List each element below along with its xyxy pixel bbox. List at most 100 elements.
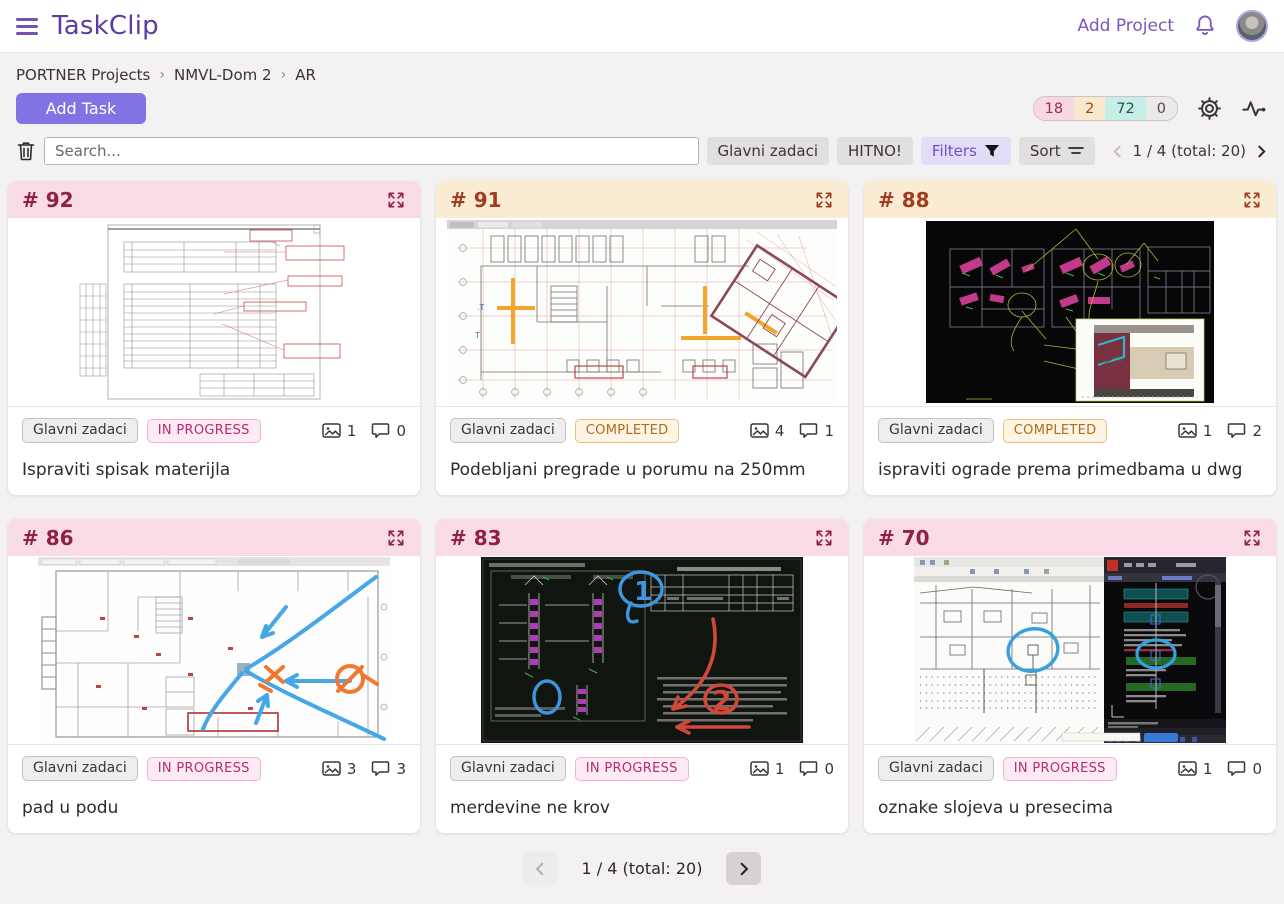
breadcrumb-separator: › <box>281 67 287 83</box>
image-count: 4 <box>750 422 785 440</box>
breadcrumb: PORTNER Projects › NMVL-Dom 2 › AR <box>0 53 1284 84</box>
top-pagination-label: 1 / 4 (total: 20) <box>1133 142 1246 160</box>
comment-count-value: 0 <box>1252 760 1262 778</box>
bell-icon[interactable] <box>1192 13 1218 39</box>
pagination-label: 1 / 4 (total: 20) <box>582 859 703 878</box>
card-header: # 92 <box>8 181 420 218</box>
sort-lines-icon <box>1068 145 1084 157</box>
toolbar-right: 18 2 72 0 <box>1033 95 1268 122</box>
chevron-right-icon <box>737 862 751 876</box>
comment-count-value: 1 <box>824 422 834 440</box>
prev-page-button[interactable] <box>523 852 558 885</box>
counts: 1 0 <box>322 422 406 440</box>
task-thumbnail[interactable] <box>864 556 1276 744</box>
image-icon <box>750 422 769 439</box>
tag-chip[interactable]: Glavni zadaci <box>878 418 994 443</box>
activity-icon[interactable] <box>1241 95 1268 122</box>
task-id: # 86 <box>22 526 74 550</box>
task-thumbnail[interactable] <box>8 556 420 744</box>
menu-icon[interactable] <box>16 18 38 35</box>
task-thumbnail[interactable] <box>864 218 1276 406</box>
expand-icon[interactable] <box>1242 190 1262 210</box>
task-title[interactable]: ispraviti ograde prema primedbama u dwg <box>878 460 1262 480</box>
task-card-70: # 70 <box>864 519 1276 833</box>
card-footer: Glavni zadaci IN PROGRESS 1 0 Ispraviti … <box>8 406 420 495</box>
tag-chip[interactable]: Glavni zadaci <box>450 418 566 443</box>
tag-chip[interactable]: Glavni zadaci <box>22 418 138 443</box>
task-thumbnail[interactable] <box>8 218 420 406</box>
sort-button[interactable]: Sort <box>1019 137 1095 165</box>
svg-text:2: 2 <box>712 684 731 717</box>
task-thumbnail[interactable]: .T T <box>436 218 848 406</box>
expand-icon[interactable] <box>1242 528 1262 548</box>
task-title[interactable]: merdevine ne krov <box>450 798 834 818</box>
card-footer: Glavni zadaci IN PROGRESS 1 0 merdevine … <box>436 744 848 833</box>
app-title: TaskClip <box>52 11 159 41</box>
filter-chip-hitno[interactable]: HITNO! <box>837 137 913 165</box>
image-count: 3 <box>322 760 357 778</box>
comment-count: 2 <box>1227 422 1262 440</box>
brand-group: TaskClip <box>16 11 159 41</box>
user-avatar[interactable] <box>1236 10 1268 42</box>
expand-icon[interactable] <box>386 190 406 210</box>
comment-icon <box>799 760 818 777</box>
expand-icon[interactable] <box>814 190 834 210</box>
task-title[interactable]: Podebljani pregrade u porumu na 250mm <box>450 460 834 480</box>
status-badge: COMPLETED <box>1003 419 1108 443</box>
expand-icon[interactable] <box>814 528 834 548</box>
top-bar: TaskClip Add Project <box>0 0 1284 53</box>
task-title[interactable]: Ispraviti spisak materijla <box>22 460 406 480</box>
gear-icon[interactable] <box>1196 95 1223 122</box>
image-icon <box>322 760 341 777</box>
comment-count-value: 0 <box>824 760 834 778</box>
counts: 1 2 <box>1178 422 1262 440</box>
breadcrumb-project[interactable]: NMVL-Dom 2 <box>174 66 272 84</box>
task-card-83: # 83 <box>436 519 848 833</box>
expand-icon[interactable] <box>386 528 406 548</box>
add-task-button[interactable]: Add Task <box>16 93 146 124</box>
task-title[interactable]: oznake slojeva u presecima <box>878 798 1262 818</box>
thumbnail-annotated-document <box>74 222 354 402</box>
counts: 1 0 <box>1178 760 1262 778</box>
filters-button[interactable]: Filters <box>921 137 1011 165</box>
card-footer: Glavni zadaci IN PROGRESS 1 0 oznake slo… <box>864 744 1276 833</box>
thumbnail-plan-blue-arrows <box>38 557 390 743</box>
sort-label: Sort <box>1030 142 1061 160</box>
filter-chip-glavni-zadaci[interactable]: Glavni zadaci <box>707 137 830 165</box>
tag-chip[interactable]: Glavni zadaci <box>22 756 138 781</box>
breadcrumb-projects[interactable]: PORTNER Projects <box>16 66 150 84</box>
breadcrumb-section[interactable]: AR <box>295 66 316 84</box>
image-count-value: 1 <box>347 422 357 440</box>
count-other: 0 <box>1146 97 1177 120</box>
chips-row: Glavni zadaci IN PROGRESS 1 0 <box>22 418 406 443</box>
prev-page-icon[interactable] <box>1111 145 1124 158</box>
next-page-button[interactable] <box>726 852 761 885</box>
comment-icon <box>371 422 390 439</box>
add-project-link[interactable]: Add Project <box>1078 16 1174 36</box>
trash-icon[interactable] <box>16 140 36 162</box>
next-page-icon[interactable] <box>1255 145 1268 158</box>
counts: 3 3 <box>322 760 406 778</box>
toolbar: Add Task 18 2 72 0 <box>0 84 1284 124</box>
task-card-88: # 88 <box>864 181 1276 495</box>
chips-row: Glavni zadaci IN PROGRESS 1 0 <box>450 756 834 781</box>
counts: 4 1 <box>750 422 834 440</box>
card-header: # 91 <box>436 181 848 218</box>
bottom-pagination: 1 / 4 (total: 20) <box>0 833 1284 904</box>
image-icon <box>750 760 769 777</box>
task-id: # 92 <box>22 188 74 212</box>
chips-row: Glavni zadaci IN PROGRESS 3 3 <box>22 756 406 781</box>
tag-chip[interactable]: Glavni zadaci <box>878 756 994 781</box>
image-icon <box>1178 422 1197 439</box>
tag-chip[interactable]: Glavni zadaci <box>450 756 566 781</box>
card-header: # 70 <box>864 519 1276 556</box>
topbar-actions: Add Project <box>1078 10 1268 42</box>
thumbnail-cad-split-view <box>914 557 1226 743</box>
task-title[interactable]: pad u podu <box>22 798 406 818</box>
task-thumbnail[interactable]: 1 2 <box>436 556 848 744</box>
card-footer: Glavni zadaci COMPLETED 4 1 Podebljani p… <box>436 406 848 495</box>
count-in-progress: 18 <box>1034 97 1074 120</box>
search-input[interactable] <box>44 137 699 165</box>
chips-row: Glavni zadaci IN PROGRESS 1 0 <box>878 756 1262 781</box>
thumbnail-floor-plan: .T T <box>447 220 837 404</box>
